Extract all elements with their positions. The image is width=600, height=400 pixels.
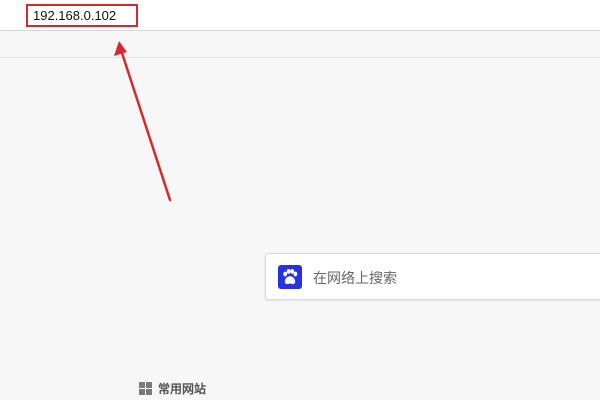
- address-bar: 192.168.0.102: [0, 0, 600, 31]
- search-placeholder: 在网络上搜索: [313, 271, 397, 287]
- annotation-arrow-shaft: [119, 48, 172, 202]
- annotation-arrow: [114, 41, 172, 202]
- baidu-paw-icon: [278, 265, 302, 289]
- browser-new-tab-page: 192.168.0.102 在网络上搜索 常用网站: [0, 0, 600, 400]
- common-sites-label: 常用网站: [158, 381, 207, 396]
- common-sites-button[interactable]: 常用网站: [139, 380, 206, 396]
- toolbar-strip: [0, 31, 600, 58]
- grid-icon: [139, 381, 152, 395]
- url-input[interactable]: 192.168.0.102: [26, 4, 138, 27]
- web-search-box[interactable]: 在网络上搜索: [265, 253, 600, 300]
